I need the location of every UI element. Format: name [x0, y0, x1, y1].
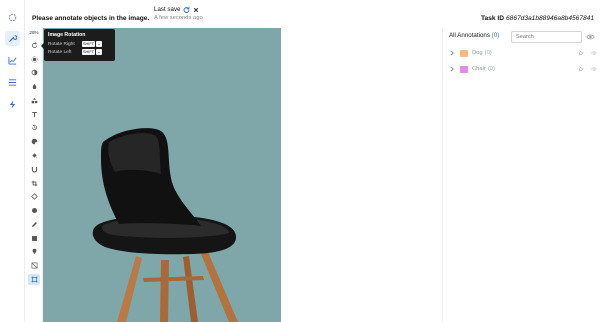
box-icon[interactable]	[28, 233, 40, 244]
list-icon[interactable]	[5, 75, 20, 90]
magnet-icon[interactable]	[28, 164, 40, 175]
eye-icon[interactable]	[591, 66, 597, 72]
kbd-left-arrow: ←	[95, 49, 102, 55]
annotations-heading: All Annotations (0)	[449, 32, 499, 39]
chevron-right-icon[interactable]	[449, 66, 455, 72]
page-title: Please annotate objects in the image.	[32, 15, 150, 22]
annotations-count: (0)	[491, 32, 500, 39]
palette-icon[interactable]	[28, 136, 40, 147]
kbd-right-arrow: →	[95, 41, 102, 47]
task-id-value: 6867d3a1b88946a8b4567841	[505, 15, 594, 22]
tooltip-arrow	[41, 43, 44, 49]
bolt-icon[interactable]	[5, 97, 20, 112]
rotate-right-label: Rotate Right	[48, 41, 75, 47]
rotate-left-row[interactable]: Rotate Left SHIFT ←	[48, 48, 111, 56]
text-icon[interactable]	[28, 109, 40, 120]
dog-color-swatch	[460, 49, 468, 57]
task-id-label: Task ID	[481, 15, 504, 22]
annotation-count: (0)	[484, 50, 492, 56]
tooltip-title: Image Rotation	[48, 32, 86, 38]
sphere-icon[interactable]	[28, 205, 40, 216]
save-title: Last save	[154, 6, 181, 13]
annotation-label: Dog	[472, 50, 483, 56]
annotations-heading-label: All Annotations	[449, 32, 490, 39]
rotate-left-label: Rotate Left	[48, 49, 72, 55]
pen-icon[interactable]	[28, 219, 40, 230]
nav-rail	[0, 0, 25, 322]
eye-icon[interactable]	[591, 50, 597, 56]
image-canvas[interactable]	[43, 28, 281, 322]
rotation-tooltip: Image Rotation Rotate Right SHIFT → Rota…	[41, 29, 115, 61]
rotate-icon[interactable]	[28, 40, 40, 51]
fill-icon[interactable]	[28, 150, 40, 161]
search-input[interactable]	[511, 31, 582, 43]
drop-icon[interactable]	[28, 81, 40, 92]
annotations-panel: All Annotations (0) Dog (0) Chair (0)	[442, 28, 600, 322]
shapes-icon[interactable]	[28, 95, 40, 106]
zoom-level[interactable]: 28%	[25, 30, 43, 35]
chair-image	[92, 128, 238, 322]
annotation-row-chair[interactable]: Chair (0)	[449, 63, 597, 75]
bbox-icon[interactable]	[28, 274, 40, 285]
save-time: A few seconds ago	[154, 15, 203, 21]
logo-icon[interactable]	[5, 10, 20, 25]
pin-icon[interactable]	[28, 246, 40, 257]
tool-rail: 28%	[25, 27, 43, 322]
history-icon[interactable]	[28, 122, 40, 133]
task-id: Task ID 6867d3a1b88946a8b4567841	[481, 15, 594, 22]
sync-icon[interactable]	[183, 6, 191, 13]
chart-icon[interactable]	[5, 53, 20, 68]
annotation-app: Please annotate objects in the image. La…	[0, 0, 600, 322]
crop-icon[interactable]	[28, 178, 40, 189]
pin-icon[interactable]	[578, 66, 584, 72]
annotation-label: Chair	[472, 66, 486, 72]
mask-icon[interactable]	[28, 260, 40, 271]
save-status: Last save A few seconds ago	[154, 6, 203, 21]
kbd-shift: SHIFT	[82, 41, 95, 47]
kbd-shift: SHIFT	[82, 49, 95, 55]
rotate-right-row[interactable]: Rotate Right SHIFT →	[48, 40, 111, 48]
chevron-right-icon[interactable]	[449, 50, 455, 56]
pin-icon[interactable]	[578, 50, 584, 56]
chair-color-swatch	[460, 65, 468, 73]
wrench-icon[interactable]	[5, 31, 20, 46]
eye-icon[interactable]	[586, 33, 595, 41]
brightness-icon[interactable]	[28, 54, 40, 65]
work-area[interactable]	[281, 28, 442, 322]
contrast-icon[interactable]	[28, 67, 40, 78]
annotation-count: (0)	[487, 66, 495, 72]
annotation-row-dog[interactable]: Dog (0)	[449, 47, 597, 59]
polygon-icon[interactable]	[28, 191, 40, 202]
close-icon[interactable]	[193, 7, 199, 13]
